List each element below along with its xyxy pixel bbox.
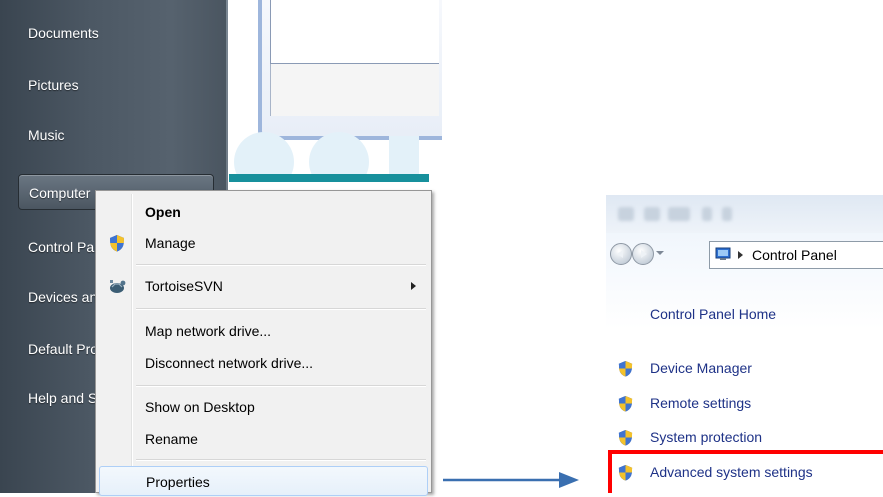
arrow-right-icon [443, 472, 579, 488]
background-teal-bar [229, 174, 429, 182]
start-menu-item-music[interactable]: Music [18, 117, 214, 153]
uac-shield-icon [618, 395, 633, 412]
context-menu-separator [136, 308, 426, 310]
forward-arrow-icon [641, 250, 647, 258]
context-menu-item-disconnect-network-drive[interactable]: Disconnect network drive... [99, 348, 428, 378]
uac-shield-icon [110, 235, 124, 252]
link-label: System protection [650, 429, 763, 445]
context-menu-separator [136, 385, 426, 387]
control-panel-home-link[interactable]: Control Panel Home [606, 299, 883, 329]
back-arrow-icon [617, 250, 623, 258]
context-menu-item-map-network-drive[interactable]: Map network drive... [99, 316, 428, 346]
uac-shield-icon [618, 360, 633, 377]
tortoisesvn-icon [110, 280, 126, 293]
context-menu-separator [136, 264, 426, 266]
device-manager-link[interactable]: Device Manager [606, 353, 883, 383]
context-menu-item-rename[interactable]: Rename [99, 424, 428, 454]
context-menu-item-open[interactable]: Open [99, 197, 428, 227]
navigation-bar: Control Panel [606, 237, 883, 271]
control-panel-icon [715, 247, 731, 260]
toolbar-blur-icon [618, 207, 634, 221]
context-menu-separator [136, 459, 426, 461]
context-menu: Open Manage TortoiseSVN Map network driv… [95, 190, 432, 496]
recent-pages-dropdown[interactable] [656, 251, 664, 255]
context-menu-item-manage[interactable]: Manage [99, 228, 428, 258]
highlight-box [608, 450, 883, 493]
toolbar-blur-icon [702, 207, 712, 221]
context-menu-label: Rename [145, 431, 198, 447]
context-menu-item-show-on-desktop[interactable]: Show on Desktop [99, 392, 428, 422]
background-window-footer [270, 64, 439, 116]
background-window-pane [270, 0, 439, 64]
system-protection-link[interactable]: System protection [606, 422, 883, 452]
submenu-arrow-icon [411, 282, 416, 290]
start-menu-item-pictures[interactable]: Pictures [18, 67, 214, 103]
back-button[interactable] [610, 243, 632, 265]
breadcrumb-separator-icon [738, 251, 743, 259]
watermark-shape [234, 132, 419, 190]
control-panel-window: Control Panel Control Panel Home Device … [606, 195, 883, 493]
toolbar-blur-icon [668, 207, 690, 221]
context-menu-label: Disconnect network drive... [145, 355, 314, 371]
toolbar-blurred [606, 195, 883, 233]
context-menu-label: Open [145, 204, 181, 220]
context-menu-label: Show on Desktop [145, 399, 255, 415]
context-menu-label: Map network drive... [145, 323, 272, 339]
link-label: Remote settings [650, 395, 752, 411]
toolbar-blur-icon [722, 207, 732, 221]
context-menu-label: TortoiseSVN [145, 278, 223, 294]
address-bar[interactable]: Control Panel [709, 241, 883, 269]
link-label: Device Manager [650, 360, 752, 376]
toolbar-blur-icon [644, 207, 660, 221]
breadcrumb-control-panel[interactable]: Control Panel [752, 242, 837, 268]
start-menu-item-documents[interactable]: Documents [18, 15, 214, 51]
remote-settings-link[interactable]: Remote settings [606, 388, 883, 418]
forward-button[interactable] [632, 243, 654, 265]
uac-shield-icon [618, 429, 633, 446]
link-label: Control Panel Home [650, 306, 777, 322]
context-menu-label: Manage [145, 235, 196, 251]
context-menu-item-tortoisesvn[interactable]: TortoiseSVN [99, 271, 428, 301]
context-menu-item-properties[interactable]: Properties [99, 466, 428, 496]
